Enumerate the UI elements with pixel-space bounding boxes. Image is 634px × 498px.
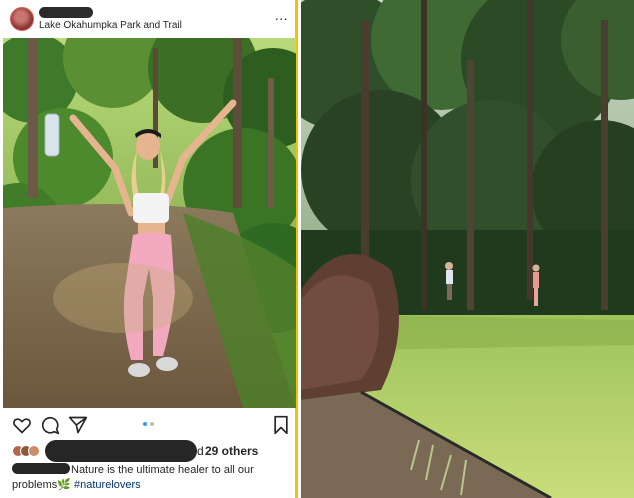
- liker-avatars: [12, 445, 46, 457]
- post-caption: Nature is the ultimate healer to all our…: [12, 463, 294, 493]
- share-icon[interactable]: [68, 415, 88, 435]
- caption-hashtag[interactable]: #naturelovers: [74, 479, 141, 491]
- more-icon[interactable]: ...: [275, 8, 288, 22]
- likes-count[interactable]: 29 others: [205, 444, 258, 458]
- reality-photo-image: [301, 0, 634, 498]
- reality-photo: [301, 0, 634, 498]
- post-location[interactable]: Lake Okahumpka Park and Trail: [39, 20, 182, 31]
- leaf-emoji: 🌿: [57, 479, 71, 491]
- post-photo[interactable]: [3, 38, 296, 408]
- carousel-dot: [150, 422, 154, 426]
- redacted-username[interactable]: [39, 7, 93, 18]
- comment-icon[interactable]: [40, 415, 60, 435]
- post-photo-image: [3, 38, 296, 408]
- carousel-dot-active: [143, 422, 147, 426]
- instagram-post: Lake Okahumpka Park and Trail ... d 29 o…: [0, 0, 298, 498]
- heart-icon[interactable]: [12, 415, 32, 435]
- likes-prefix: d: [197, 444, 204, 458]
- liker-avatar: [28, 445, 40, 457]
- avatar[interactable]: [10, 7, 34, 31]
- likes-row[interactable]: d 29 others: [12, 440, 297, 462]
- carousel-dots: [143, 422, 154, 426]
- post-actions: [0, 412, 298, 436]
- post-header: Lake Okahumpka Park and Trail ...: [0, 0, 298, 38]
- bookmark-icon[interactable]: [271, 415, 291, 435]
- redacted-caption-username[interactable]: [12, 463, 70, 474]
- redacted-likers: [45, 440, 197, 462]
